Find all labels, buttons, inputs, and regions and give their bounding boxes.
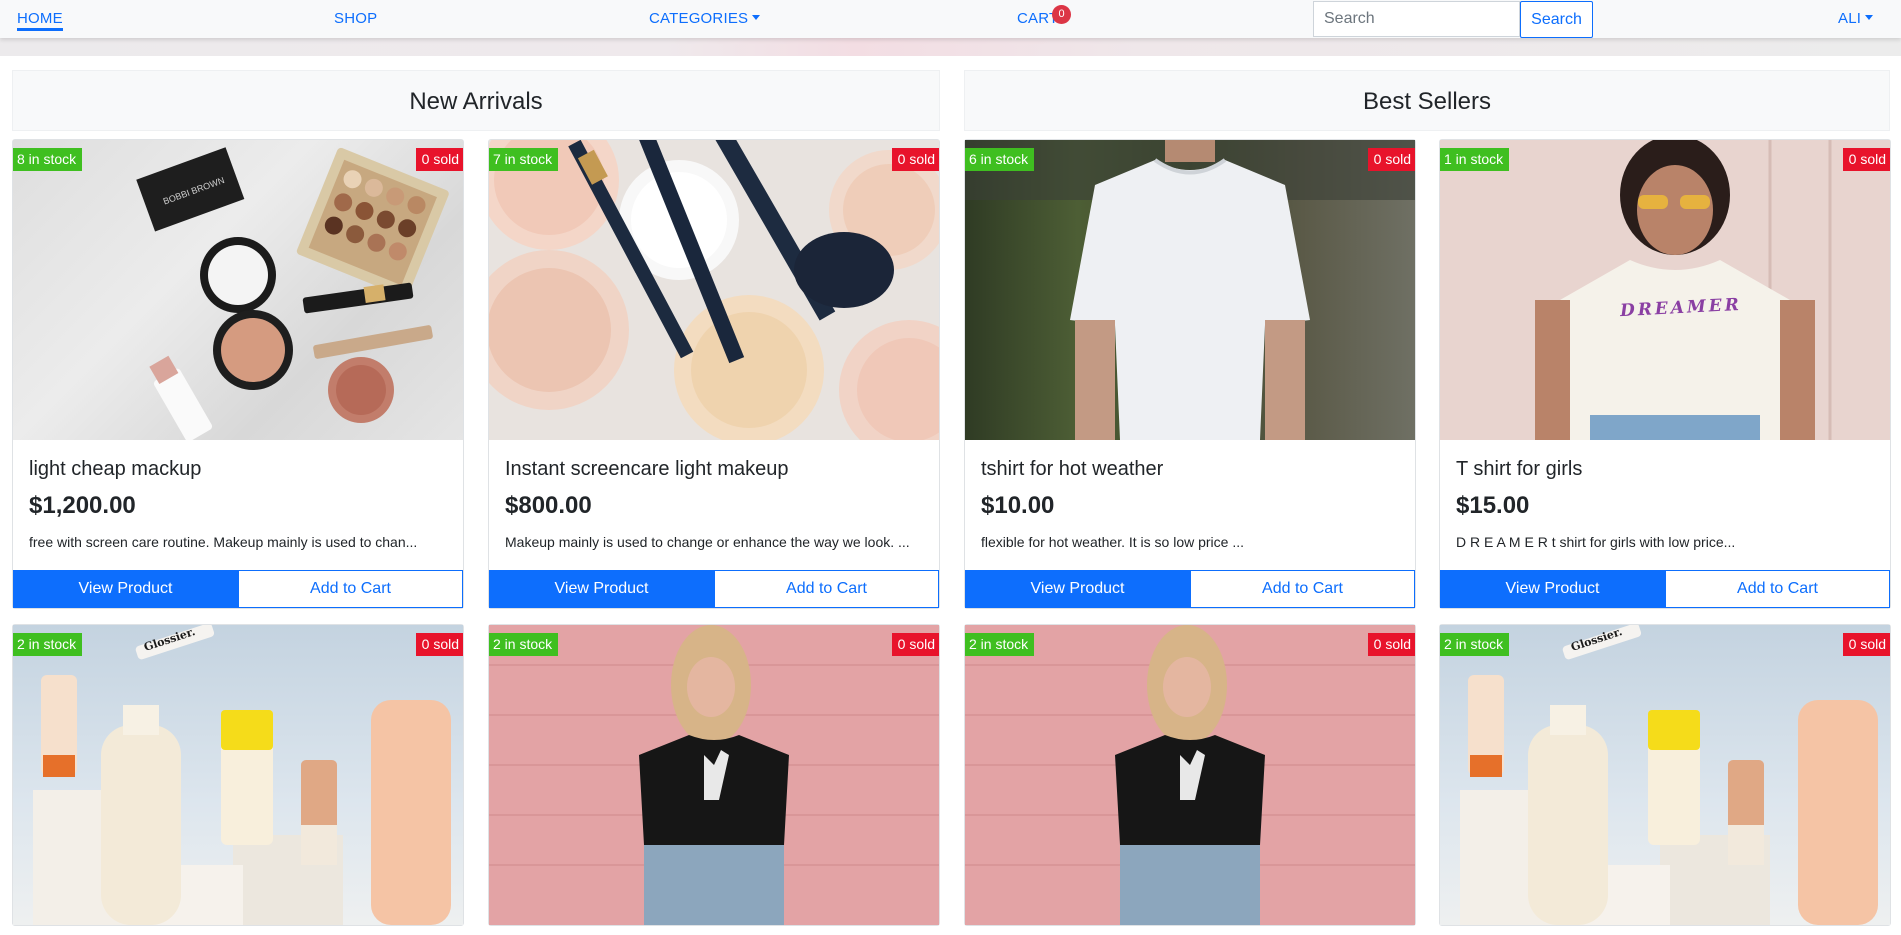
black-tshirt-pink-wall-image[interactable]: 2 in stock 0 sold [965,625,1415,925]
product-card: 2 in stock 0 sold [964,624,1416,926]
sold-ribbon: 0 sold [891,633,939,656]
section-title-new-arrivals: New Arrivals [12,70,940,131]
powder-brushes-image[interactable]: 7 in stock 0 sold [489,140,939,440]
search-input[interactable] [1313,1,1520,37]
white-tshirt-image[interactable]: 6 in stock 0 sold [965,140,1415,440]
chevron-down-icon [1865,15,1874,20]
stock-ribbon: 1 in stock [1440,148,1510,178]
stock-ribbon: 2 in stock [489,633,559,663]
section-title-best-sellers: Best Sellers [964,70,1890,131]
product-description: Makeup mainly is used to change or enhan… [505,534,910,550]
product-price: $15.00 [1456,492,1530,519]
dreamer-tshirt-image[interactable]: DREAMER 1 in stock 0 sold [1440,140,1890,440]
sold-ribbon: 0 sold [1367,148,1415,171]
view-product-button[interactable]: View Product [965,570,1190,608]
product-title: T shirt for girls [1456,458,1583,480]
chevron-down-icon [752,15,761,20]
stock-ribbon: 2 in stock [1440,633,1510,663]
product-title: light cheap mackup [29,458,202,480]
add-to-cart-button[interactable]: Add to Cart [238,570,463,608]
stock-ribbon: 6 in stock [965,148,1035,178]
stock-ribbon: 7 in stock [489,148,559,178]
skincare-bottles-image[interactable]: Glossier. 2 in stock 0 sold [13,625,463,925]
nav-categories-label: CATEGORIES [649,10,749,27]
stock-ribbon: 2 in stock [965,633,1035,663]
product-card: Glossier. 2 in stock 0 sold [1439,624,1891,926]
product-card: DREAMER 1 in stock 0 sold T shirt for gi… [1439,139,1891,609]
view-product-button[interactable]: View Product [1440,570,1665,608]
add-to-cart-button[interactable]: Add to Cart [714,570,939,608]
product-description: flexible for hot weather. It is so low p… [981,534,1245,550]
product-title: tshirt for hot weather [981,458,1164,480]
nav-home-link[interactable]: HOME [17,10,63,31]
product-title: Instant screencare light makeup [505,458,789,480]
add-to-cart-button[interactable]: Add to Cart [1665,570,1890,608]
user-menu-dropdown[interactable]: ALI [1838,10,1874,27]
hero-banner-strip [0,38,1901,56]
skincare-bottles-image[interactable]: Glossier. 2 in stock 0 sold [1440,625,1890,925]
makeup-palette-image[interactable]: BOBBI BROWN 8 in stock 0 sold [13,140,463,440]
product-card: 7 in stock 0 sold Instant screencare lig… [488,139,940,609]
sold-ribbon: 0 sold [415,633,463,656]
sold-ribbon: 0 sold [1842,148,1890,171]
view-product-button[interactable]: View Product [489,570,714,608]
sold-ribbon: 0 sold [1842,633,1890,656]
product-price: $1,200.00 [29,492,136,519]
add-to-cart-button[interactable]: Add to Cart [1190,570,1415,608]
product-description: free with screen care routine. Makeup ma… [29,534,418,550]
user-name-label: ALI [1838,10,1862,27]
product-price: $800.00 [505,492,592,519]
sold-ribbon: 0 sold [891,148,939,171]
product-description: D R E A M E R t shirt for girls with low… [1456,534,1736,550]
sold-ribbon: 0 sold [415,148,463,171]
product-card: BOBBI BROWN 8 in stock 0 sold light chea… [12,139,464,609]
stock-ribbon: 8 in stock [13,148,83,178]
nav-shop-link[interactable]: SHOP [334,10,377,27]
cart-count-badge: 0 [1052,5,1071,24]
top-navbar: HOME SHOP CATEGORIES CART 0 Search ALI [0,0,1901,38]
product-card: Glossier. 2 in stock 0 sold [12,624,464,926]
product-card: 6 in stock 0 sold tshirt for hot weather… [964,139,1416,609]
stock-ribbon: 2 in stock [13,633,83,663]
nav-categories-dropdown[interactable]: CATEGORIES [649,10,761,27]
product-card: 2 in stock 0 sold [488,624,940,926]
black-tshirt-pink-wall-image[interactable]: 2 in stock 0 sold [489,625,939,925]
search-button[interactable]: Search [1520,1,1593,38]
view-product-button[interactable]: View Product [13,570,238,608]
sold-ribbon: 0 sold [1367,633,1415,656]
product-price: $10.00 [981,492,1055,519]
